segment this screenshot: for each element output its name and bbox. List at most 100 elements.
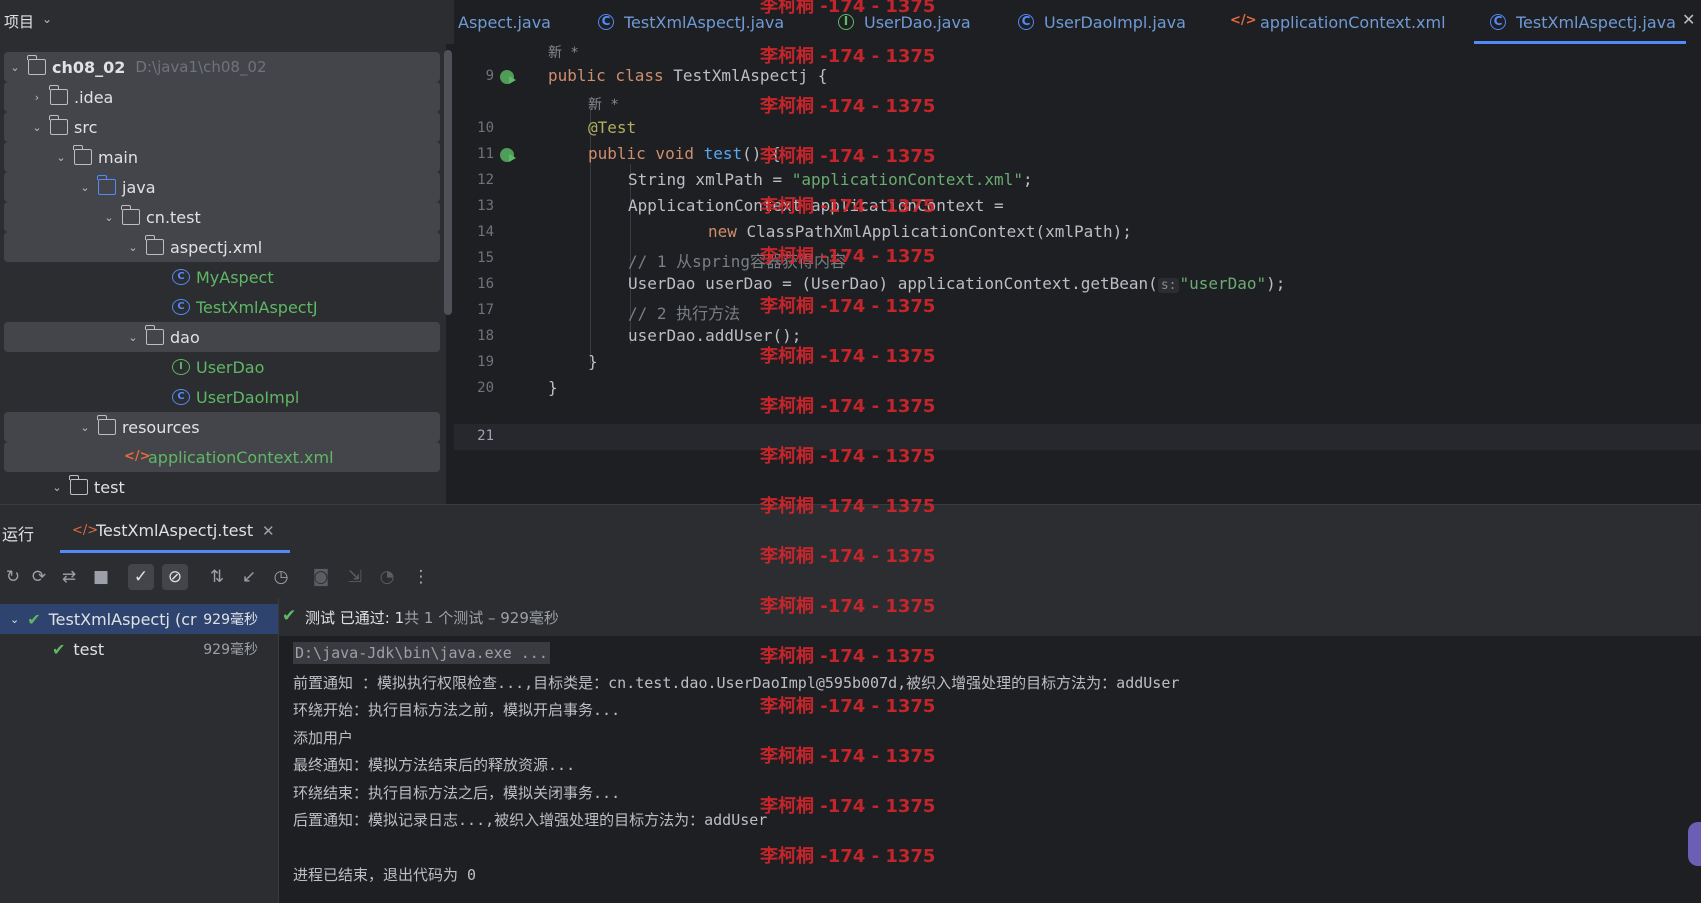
history-icon[interactable]: ◷ [268,564,294,590]
watermark: 李柯桐 -174 - 1375 [760,746,936,767]
toggle-auto-test-icon[interactable]: ⇄ [56,564,82,590]
tree-item-idea[interactable]: › .idea [4,82,440,112]
tab-aspect-java[interactable]: Aspect.java [458,0,551,44]
line-number: 18 [477,328,494,344]
tree-item-cn-test[interactable]: ⌄ cn.test [4,202,440,232]
tree-item-label: applicationContext.xml [148,447,334,467]
code-editor[interactable]: 新 * 9 public class TestXmlAspectj { 新 * … [454,44,1701,504]
project-panel-title[interactable]: 项目 [4,11,34,32]
tab-applicationcontext-xml[interactable]: </> applicationContext.xml [1230,0,1446,44]
run-tab-label[interactable]: TestXmlAspectj.test [96,521,253,540]
chevron-down-icon[interactable]: ⌄ [102,211,116,224]
chevron-down-icon[interactable]: ⌄ [126,331,140,344]
close-icon[interactable]: ✕ [262,522,275,540]
tree-item-label: MyAspect [196,267,274,287]
package-icon [145,235,164,255]
tree-item-myaspect[interactable]: C MyAspect [0,262,440,292]
run-panel-title[interactable]: 运行 [2,521,34,545]
line-number: 16 [477,276,494,292]
console-line: 进程已结束，退出代码为 0 [293,866,477,884]
watermark: 李柯桐 -174 - 1375 [760,296,936,317]
chevron-down-icon[interactable]: ⌄ [50,481,64,494]
rerun-failed-icon[interactable]: ⟳ [26,564,52,590]
tree-item-userdao[interactable]: I UserDao [0,352,440,382]
chevron-down-icon[interactable]: ⌄ [8,61,22,74]
rerun-icon[interactable]: ↻ [0,564,26,590]
code-line-12: String xmlPath = "applicationContext.xml… [628,170,1033,189]
run-test-icon[interactable] [500,70,516,84]
chevron-down-icon[interactable]: ⌄ [10,613,19,626]
chevron-down-icon[interactable]: ⌄ [42,12,52,26]
chevron-down-icon[interactable]: ⌄ [126,241,140,254]
test-result-row[interactable]: ⌄ ✔ TestXmlAspectj (cr 929毫秒 [0,604,278,634]
assistant-avatar[interactable] [1688,822,1701,866]
tree-item-userdaoimpl[interactable]: C UserDaoImpl [0,382,440,412]
tab-testxmlaspectj-active[interactable]: C TestXmlAspectj.java [1490,0,1676,44]
tree-item-label: java [122,177,156,197]
class-icon: C [1018,14,1034,30]
tree-item-dao[interactable]: ⌄ dao [4,322,440,352]
collapse-icon[interactable]: ↙ [236,564,262,590]
chevron-right-icon[interactable]: › [30,91,44,104]
console-command[interactable]: D:\java-Jdk\bin\java.exe ... [293,642,550,664]
tree-item-label: ch08_02 [52,57,126,77]
close-icon[interactable]: ✕ [1682,10,1695,29]
chevron-down-icon[interactable]: ⌄ [78,421,92,434]
tree-item-label: resources [122,417,200,437]
console-line: 环绕开始：执行目标方法之前，模拟开启事务... [293,701,621,719]
resources-folder-icon [97,415,116,435]
watermark: 李柯桐 -174 - 1375 [760,646,936,667]
parameter-hint: s: [1157,278,1180,293]
gauge-icon[interactable]: ◔ [374,564,400,590]
camera-icon[interactable]: ◙ [308,564,334,590]
tree-scrollbar[interactable] [444,50,452,315]
test-time: 929毫秒 [203,612,258,628]
watermark: 李柯桐 -174 - 1375 [760,796,936,817]
test-result-row[interactable]: ✔ test 929毫秒 [0,634,278,664]
run-test-icon[interactable] [500,148,516,162]
code-meta: 新 * [588,97,619,113]
package-icon [145,325,164,345]
tree-item-aspectj-xml[interactable]: ⌄ aspectj.xml [4,232,440,262]
tab-testxmlaspectj-java[interactable]: C TestXmlAspectJ.java [598,0,784,44]
console-line: 最终通知：模拟方法结束后的释放资源... [293,756,576,774]
watermark: 李柯桐 -174 - 1375 [760,546,936,567]
watermark: 李柯桐 -174 - 1375 [760,146,936,167]
tree-item-testxmlaspectj[interactable]: C TestXmlAspectJ [0,292,440,322]
code-line-17: // 2 执行方法 [628,304,741,323]
tab-userdaoimpl-java[interactable]: C UserDaoImpl.java [1018,0,1186,44]
line-number: 10 [477,120,494,136]
show-ignored-icon[interactable]: ⊘ [162,564,188,590]
tree-item-java[interactable]: ⌄ java [4,172,440,202]
export-icon[interactable]: ⇲ [342,564,368,590]
folder-icon [69,475,88,495]
line-number: 12 [477,172,494,188]
show-passed-icon[interactable]: ✓ [128,564,154,590]
folder-icon [49,85,68,105]
tree-item-test[interactable]: ⌄ test [0,472,440,502]
tree-item-ch08_02[interactable]: ⌄ ch08_02 D:\java1\ch08_02 [4,52,440,82]
sort-icon[interactable]: ⇅ [204,564,230,590]
test-config-icon: </> [72,523,99,538]
folder-icon [49,115,68,135]
chevron-down-icon[interactable]: ⌄ [30,121,44,134]
tree-item-resources[interactable]: ⌄ resources [4,412,440,442]
tree-item-main[interactable]: ⌄ main [4,142,440,172]
chevron-down-icon[interactable]: ⌄ [78,181,92,194]
console-output[interactable]: D:\java-Jdk\bin\java.exe ... 前置通知 ：模拟执行权… [279,636,1701,903]
line-number: 17 [477,302,494,318]
chevron-down-icon[interactable]: ⌄ [54,151,68,164]
stop-icon[interactable]: ■ [88,564,114,590]
more-icon[interactable]: ⋮ [408,564,434,590]
line-number: 21 [477,428,494,444]
tree-item-label: src [74,117,98,137]
tree-item-applicationcontext[interactable]: </> applicationContext.xml [4,442,440,472]
test-name: test [73,639,105,659]
code-line-20: } [548,378,558,397]
tree-item-label: dao [170,327,200,347]
test-time: 929毫秒 [203,642,258,658]
code-line-14: new ClassPathXmlApplicationContext(xmlPa… [708,222,1132,241]
module-folder-icon [27,55,46,75]
tree-item-src[interactable]: ⌄ src [4,112,440,142]
tree-item-label: cn.test [146,207,201,227]
